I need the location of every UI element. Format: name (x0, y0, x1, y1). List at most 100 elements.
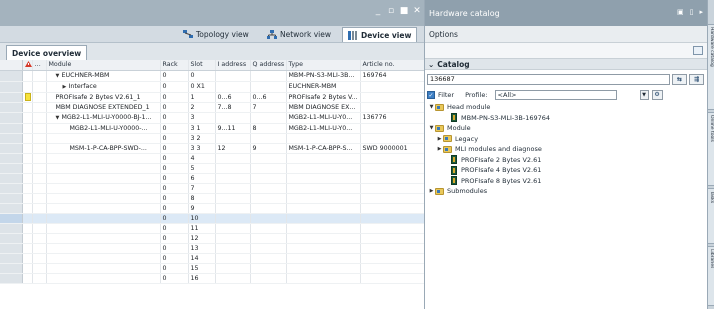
type-cell[interactable] (286, 273, 361, 284)
type-cell[interactable]: EUCHNER-MBM (286, 81, 361, 93)
q-address-cell[interactable]: 0...6 (250, 92, 287, 103)
column-header[interactable]: Slot (188, 60, 216, 71)
type-cell[interactable]: MGB2-L1-MLI-U-Y0... (286, 123, 361, 134)
article-no-cell[interactable] (360, 102, 424, 113)
chevron-down-icon[interactable]: ▼ (428, 104, 435, 110)
i-address-cell[interactable] (215, 193, 251, 204)
q-address-cell[interactable] (250, 243, 287, 254)
tree-item[interactable]: ▶ Legacy (425, 134, 707, 145)
slot-cell[interactable]: 6 (188, 173, 216, 184)
module-cell[interactable] (46, 183, 161, 194)
slot-cell[interactable]: 15 (188, 263, 216, 274)
i-address-cell[interactable]: 7...8 (215, 102, 251, 113)
row-gutter[interactable] (0, 133, 23, 144)
pin-icon[interactable]: ▯ (690, 8, 694, 16)
table-row[interactable]: 0 12 (0, 233, 424, 244)
rack-cell[interactable]: 0 (160, 253, 189, 264)
table-row[interactable]: 0 15 (0, 263, 424, 274)
rack-cell[interactable]: 0 (160, 112, 189, 124)
q-address-cell[interactable] (250, 153, 287, 164)
q-address-cell[interactable] (250, 213, 287, 224)
module-cell[interactable] (46, 253, 161, 264)
tree-item[interactable]: ▼ Module (425, 123, 707, 134)
i-address-cell[interactable] (215, 153, 251, 164)
slot-cell[interactable]: 3 1 (188, 123, 216, 134)
side-tab-tasks[interactable]: Tasks (708, 188, 714, 244)
slot-cell[interactable]: 11 (188, 223, 216, 234)
rack-cell[interactable]: 0 (160, 223, 189, 234)
module-cell[interactable] (46, 163, 161, 174)
i-address-cell[interactable] (215, 213, 251, 224)
i-address-cell[interactable] (215, 203, 251, 214)
module-cell[interactable]: ▶ Interface (46, 81, 161, 93)
module-cell[interactable] (46, 173, 161, 184)
slot-cell[interactable]: 1 (188, 92, 216, 103)
rack-cell[interactable]: 0 (160, 173, 189, 184)
type-cell[interactable] (286, 233, 361, 244)
table-row[interactable]: 0 10 (0, 213, 424, 224)
module-cell[interactable]: ▼ EUCHNER-MBM (46, 70, 161, 82)
column-header[interactable]: Rack (160, 60, 189, 71)
module-cell[interactable]: PROFIsafe 2 Bytes V2.61_1 (46, 92, 161, 103)
slot-cell[interactable]: 3 2 (188, 133, 216, 144)
catalog-section-header[interactable]: ⌄ Catalog (425, 58, 707, 70)
q-address-cell[interactable] (250, 223, 287, 234)
rack-cell[interactable]: 0 (160, 153, 189, 164)
module-cell[interactable]: MGB2-L1-MLI-U-Y0000-... (46, 123, 161, 134)
slot-cell[interactable]: 0 X1 (188, 81, 216, 93)
i-address-cell[interactable]: 12 (215, 143, 251, 154)
slot-cell[interactable]: 4 (188, 153, 216, 164)
module-cell[interactable] (46, 213, 161, 224)
type-cell[interactable]: MBM-PN-S3-MLI-3B... (286, 70, 361, 82)
article-no-cell[interactable] (360, 133, 424, 144)
q-address-cell[interactable] (250, 273, 287, 284)
rack-cell[interactable]: 0 (160, 92, 189, 103)
i-address-cell[interactable] (215, 263, 251, 274)
slot-cell[interactable]: 5 (188, 163, 216, 174)
row-gutter[interactable] (0, 173, 23, 184)
rack-cell[interactable]: 0 (160, 81, 189, 93)
article-no-cell[interactable] (360, 153, 424, 164)
maximize-icon[interactable]: ■ (399, 6, 409, 16)
slot-cell[interactable]: 14 (188, 253, 216, 264)
q-address-cell[interactable] (250, 253, 287, 264)
article-no-cell[interactable] (360, 253, 424, 264)
catalog-search-input[interactable] (427, 73, 670, 85)
column-header[interactable]: Q address (250, 60, 287, 71)
tab-topology-view[interactable]: Topology view (178, 27, 254, 42)
table-row[interactable]: 06 (0, 173, 424, 184)
module-cell[interactable]: MBM DIAGNOSE EXTENDED_1 (46, 102, 161, 113)
q-address-cell[interactable] (250, 163, 287, 174)
rack-cell[interactable]: 0 (160, 193, 189, 204)
article-no-cell[interactable] (360, 203, 424, 214)
chevron-right-icon[interactable]: ▶ (436, 136, 443, 142)
tab-device-overview[interactable]: Device overview (6, 45, 88, 60)
type-cell[interactable] (286, 183, 361, 194)
article-no-cell[interactable]: 136776 (360, 112, 424, 124)
type-cell[interactable] (286, 213, 361, 224)
row-gutter[interactable] (0, 81, 23, 93)
i-address-cell[interactable] (215, 112, 251, 124)
type-cell[interactable]: PROFIsafe 2 Bytes V... (286, 92, 361, 103)
row-gutter[interactable] (0, 163, 23, 174)
side-tab-hardware-catalog[interactable]: Hardware catalog (708, 24, 714, 110)
i-address-cell[interactable] (215, 253, 251, 264)
row-gutter[interactable] (0, 223, 23, 234)
type-cell[interactable] (286, 163, 361, 174)
search-next-icon[interactable]: ⇶ (689, 73, 704, 85)
row-gutter[interactable] (0, 233, 23, 244)
table-row[interactable]: PROFIsafe 2 Bytes V2.61_1 0 1 0...6 0...6 PRO… (0, 92, 424, 103)
slot-cell[interactable]: 13 (188, 243, 216, 254)
slot-cell[interactable]: 3 (188, 112, 216, 124)
rack-cell[interactable]: 0 (160, 163, 189, 174)
slot-cell[interactable]: 12 (188, 233, 216, 244)
row-gutter[interactable] (0, 153, 23, 164)
article-no-cell[interactable] (360, 233, 424, 244)
table-row[interactable]: 08 (0, 193, 424, 204)
i-address-cell[interactable]: 9...11 (215, 123, 251, 134)
table-row[interactable]: 0 11 (0, 223, 424, 234)
module-cell[interactable] (46, 223, 161, 234)
row-gutter[interactable] (0, 183, 23, 194)
article-no-cell[interactable] (360, 163, 424, 174)
article-no-cell[interactable]: 169764 (360, 70, 424, 82)
